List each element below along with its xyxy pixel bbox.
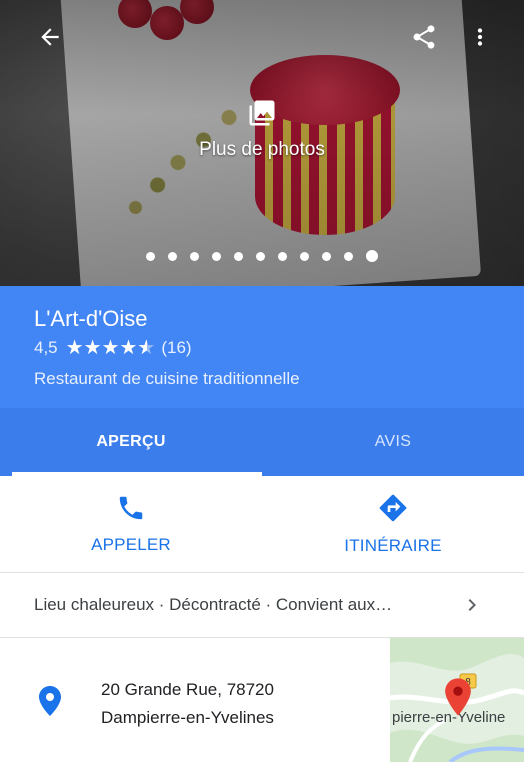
tab-reviews[interactable]: AVIS: [262, 408, 524, 476]
map-marker-icon: [445, 678, 471, 716]
star-icon: ★: [119, 337, 138, 359]
more-photos-label: Plus de photos: [199, 139, 325, 160]
star-icon: ★: [65, 337, 84, 359]
rating-row[interactable]: 4,5 ★ ★ ★ ★ ★ (16): [34, 338, 192, 358]
location-pin-icon: [39, 686, 61, 716]
pager-dot[interactable]: [278, 251, 287, 261]
share-button[interactable]: [404, 17, 444, 57]
pager-dot[interactable]: [168, 251, 177, 261]
pager-dot[interactable]: [366, 250, 378, 262]
share-icon: [413, 25, 435, 49]
address-row[interactable]: 20 Grande Rue, 78720 Dampierre-en-Yvelin…: [0, 638, 524, 768]
photo-library-icon: [247, 98, 277, 133]
rating-stars: ★ ★ ★ ★ ★: [66, 338, 156, 358]
address-text: 20 Grande Rue, 78720 Dampierre-en-Yvelin…: [101, 676, 274, 732]
place-category: Restaurant de cuisine traditionnelle: [34, 369, 300, 388]
star-icon: ★: [83, 337, 102, 359]
star-icon: ★: [101, 337, 120, 359]
address-line-2: Dampierre-en-Yvelines: [101, 708, 274, 727]
pager-dot[interactable]: [300, 251, 309, 261]
call-label: APPELER: [91, 535, 171, 554]
pager-dot[interactable]: [146, 251, 155, 261]
place-header: L'Art-d'Oise 4,5 ★ ★ ★ ★ ★ (16) Restaura…: [0, 286, 524, 408]
pager-dot[interactable]: [234, 251, 243, 261]
directions-button[interactable]: ITINÉRAIRE: [262, 476, 524, 572]
pager-dot[interactable]: [344, 251, 353, 261]
half-star-icon: ★: [137, 338, 155, 358]
attributes-text: Lieu chaleureux · Décontracté · Convient…: [34, 595, 393, 614]
place-name: L'Art-d'Oise: [34, 306, 148, 331]
pager-dot[interactable]: [212, 251, 221, 261]
call-button[interactable]: APPELER: [0, 476, 262, 572]
action-row: APPELER ITINÉRAIRE: [0, 476, 524, 573]
hero-photo[interactable]: Plus de photos: [0, 0, 524, 286]
directions-label: ITINÉRAIRE: [344, 536, 442, 555]
tab-overview[interactable]: APERÇU: [0, 408, 262, 476]
more-photos-link[interactable]: Plus de photos: [0, 98, 524, 161]
chevron-right-icon: [468, 599, 476, 611]
phone-icon: [119, 496, 143, 520]
pager-dot[interactable]: [256, 251, 265, 261]
back-arrow-icon: [41, 28, 59, 46]
pager-dot[interactable]: [190, 251, 199, 261]
tab-bar: APERÇU AVIS: [0, 408, 524, 476]
back-button[interactable]: [30, 17, 70, 57]
map-thumbnail[interactable]: 8 pierre-en-Yveline: [390, 638, 524, 762]
attributes-row[interactable]: Lieu chaleureux · Décontracté · Convient…: [0, 573, 524, 638]
more-vert-icon: [477, 28, 483, 46]
pager-dot[interactable]: [322, 251, 331, 261]
photo-pager[interactable]: [0, 250, 524, 262]
address-line-1: 20 Grande Rue, 78720: [101, 680, 274, 699]
rating-value: 4,5: [34, 338, 58, 357]
directions-icon: [379, 494, 407, 522]
review-count: (16): [161, 338, 192, 357]
more-options-button[interactable]: [460, 17, 500, 57]
